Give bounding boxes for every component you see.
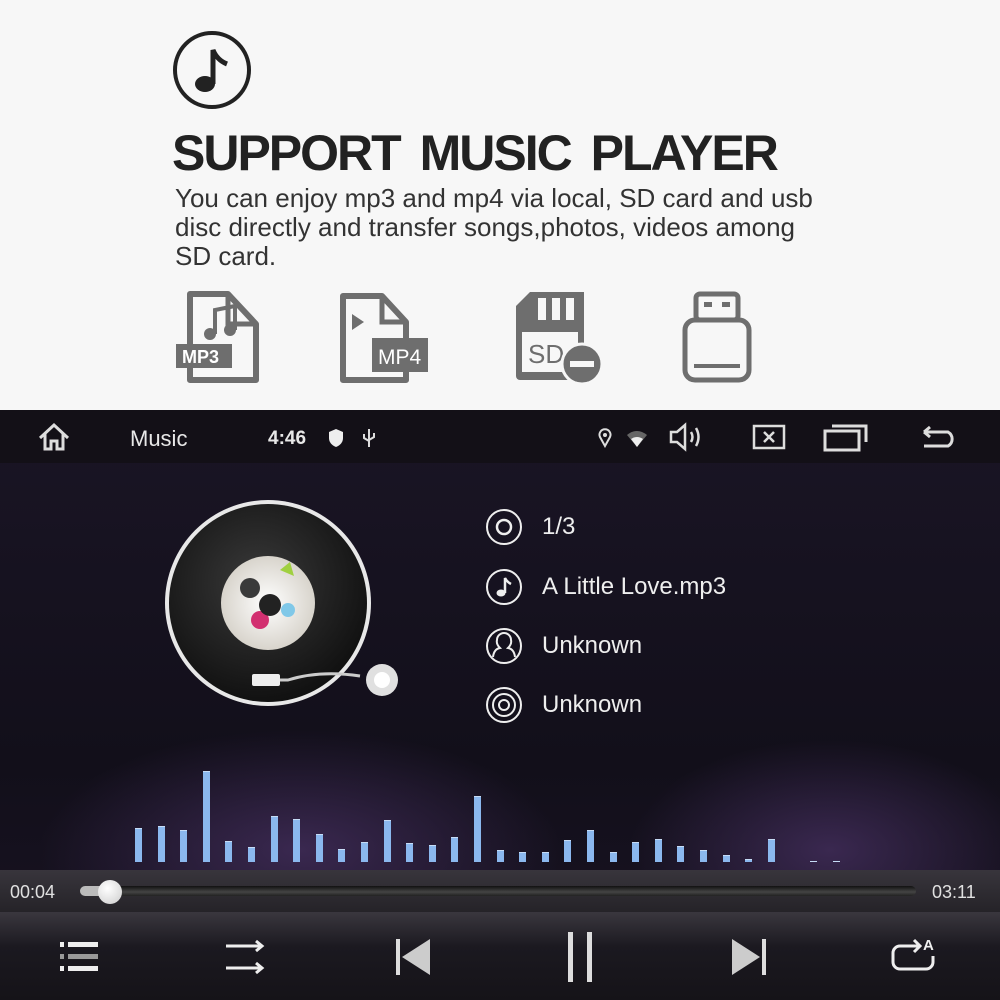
- svg-text:MP3: MP3: [182, 347, 219, 367]
- visualizer-bar: [293, 819, 301, 862]
- visualizer-bar: [474, 796, 481, 862]
- visualizer-bar: [383, 820, 391, 862]
- shield-icon: [329, 429, 343, 447]
- visualizer-bar: [315, 834, 323, 862]
- visualizer-bar: [496, 850, 504, 862]
- mp4-file-icon: MP4: [340, 293, 428, 383]
- svg-text:MP4: MP4: [378, 346, 422, 369]
- sd-card-icon: SD: [516, 292, 604, 386]
- track-title: A Little Love.mp3: [542, 573, 727, 600]
- seek-thumb[interactable]: [97, 880, 122, 904]
- music-note-icon: [173, 31, 251, 109]
- track-index-row: 1/3: [484, 507, 575, 547]
- visualizer-bar: [202, 771, 210, 862]
- repeat-all-icon[interactable]: A: [890, 934, 940, 978]
- music-note-icon: [486, 569, 522, 605]
- mp3-file-icon: MP3: [176, 291, 259, 383]
- recent-apps-icon[interactable]: [822, 422, 870, 452]
- visualizer-bar: [587, 830, 594, 862]
- wifi-icon: [627, 431, 647, 447]
- visualizer-bar: [180, 830, 188, 862]
- visualizer-bar: [338, 849, 346, 862]
- visualizer-bar: [361, 842, 368, 862]
- clock: 4:46: [268, 428, 307, 449]
- usb-icon: [363, 429, 375, 447]
- previous-track-icon[interactable]: [394, 936, 434, 978]
- artist-name: Unknown: [542, 632, 643, 659]
- visualizer-bar: [541, 852, 549, 862]
- visualizer-bar: [248, 847, 255, 862]
- visualizer-bar: [225, 841, 233, 862]
- vinyl-record-artwork: [165, 500, 398, 706]
- promo-section: SUPPORT MUSIC PLAYER You can enjoy mp3 a…: [0, 0, 1000, 410]
- visualizer-bar: [677, 846, 685, 862]
- next-track-icon[interactable]: [728, 936, 768, 978]
- visualizer-bar: [722, 855, 730, 862]
- visualizer-bar: [767, 839, 775, 862]
- status-bar: Music 4:46: [0, 410, 1000, 463]
- playlist-icon[interactable]: [58, 938, 100, 974]
- home-icon[interactable]: [36, 422, 72, 452]
- artist-icon: [486, 628, 522, 664]
- visualizer-bar: [654, 839, 662, 862]
- total-duration: 03:11: [932, 882, 976, 902]
- svg-text:A: A: [923, 937, 934, 954]
- progress-area: 00:04 03:11: [0, 870, 1000, 912]
- promo-title: SUPPORT MUSIC PLAYER: [172, 125, 779, 181]
- audio-visualizer: [0, 750, 1000, 862]
- pause-icon[interactable]: [564, 930, 598, 984]
- seek-bar[interactable]: [80, 886, 916, 896]
- disc-icon: [486, 509, 522, 545]
- music-app: Music 4:46 1/3 A Little Love.mp3 Unknown…: [0, 410, 1000, 1000]
- visualizer-bar: [519, 852, 527, 862]
- app-name: Music: [130, 426, 188, 451]
- album-row: Unknown: [484, 685, 642, 725]
- shuffle-icon[interactable]: [224, 938, 268, 976]
- svg-text:SD: SD: [528, 339, 564, 369]
- volume-icon[interactable]: [668, 422, 706, 452]
- album-icon: [486, 687, 522, 723]
- visualizer-bar: [564, 840, 572, 862]
- visualizer-bar: [270, 816, 278, 862]
- visualizer-bar: [406, 843, 414, 862]
- visualizer-bar: [157, 826, 165, 862]
- visualizer-bar: [451, 837, 459, 862]
- album-name: Unknown: [542, 691, 643, 718]
- artist-row: Unknown: [484, 626, 642, 666]
- visualizer-bar: [135, 828, 142, 862]
- visualizer-bar: [832, 861, 840, 862]
- location-icon: [598, 428, 612, 448]
- visualizer-bar: [700, 850, 707, 862]
- visualizer-bar: [810, 861, 817, 862]
- track-index: 1/3: [542, 513, 576, 540]
- visualizer-bar: [632, 842, 640, 862]
- visualizer-bar: [609, 852, 617, 862]
- promo-description: You can enjoy mp3 and mp4 via local, SD …: [175, 183, 813, 271]
- visualizer-bar: [745, 859, 753, 862]
- elapsed-time: 00:04: [10, 882, 56, 902]
- playback-controls: A: [0, 912, 1000, 1000]
- back-icon[interactable]: [920, 424, 960, 450]
- close-app-icon[interactable]: [752, 424, 786, 450]
- track-title-row: A Little Love.mp3: [484, 567, 726, 607]
- usb-drive-icon: [682, 291, 752, 383]
- visualizer-bar: [428, 845, 436, 862]
